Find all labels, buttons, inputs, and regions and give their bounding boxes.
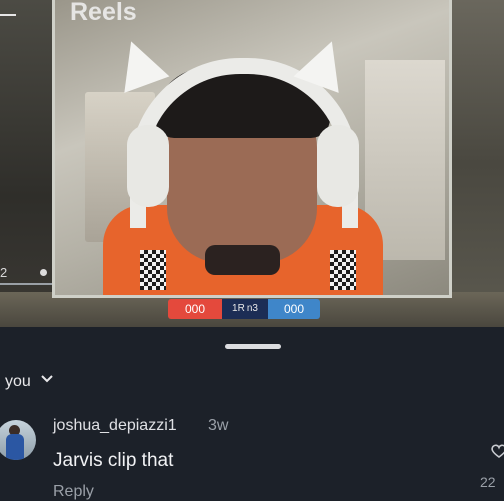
reply-button[interactable]: Reply <box>53 483 94 501</box>
comment-sort-label[interactable]: you <box>5 373 31 391</box>
chevron-down-icon[interactable] <box>40 371 54 388</box>
reels-title: Reels <box>70 0 137 26</box>
comment-timestamp: 3w <box>208 417 229 434</box>
divider <box>0 283 56 285</box>
minus-icon[interactable] <box>0 14 16 16</box>
background-left <box>0 0 56 327</box>
sheet-drag-handle[interactable] <box>225 344 281 349</box>
background-right <box>450 0 504 327</box>
comment-text: Jarvis clip that <box>53 450 174 471</box>
headphones-earcup-left <box>127 125 169 207</box>
comments-sheet <box>0 327 504 500</box>
score-left: 000 <box>168 299 222 319</box>
video-area[interactable]: 2 Reels 000 1R n3 000 <box>0 0 504 327</box>
reel-video-frame[interactable]: Reels <box>52 0 452 298</box>
heart-icon[interactable] <box>490 443 504 459</box>
person-beard <box>205 245 280 275</box>
scoreboard-overlay: 000 1R n3 000 <box>168 299 320 319</box>
dot-icon <box>40 269 47 276</box>
score-right: 000 <box>268 299 320 319</box>
shirt-pattern <box>330 250 356 290</box>
comment-username[interactable]: joshua_depiazzi1 <box>53 417 177 435</box>
left-counter: 2 <box>0 265 8 280</box>
score-middle: 1R n3 <box>222 299 268 319</box>
avatar-body <box>6 434 24 460</box>
shirt-pattern <box>140 250 166 290</box>
like-count: 22 <box>480 474 496 490</box>
cat-ear-left <box>108 33 170 93</box>
headphones-earcup-right <box>317 125 359 207</box>
